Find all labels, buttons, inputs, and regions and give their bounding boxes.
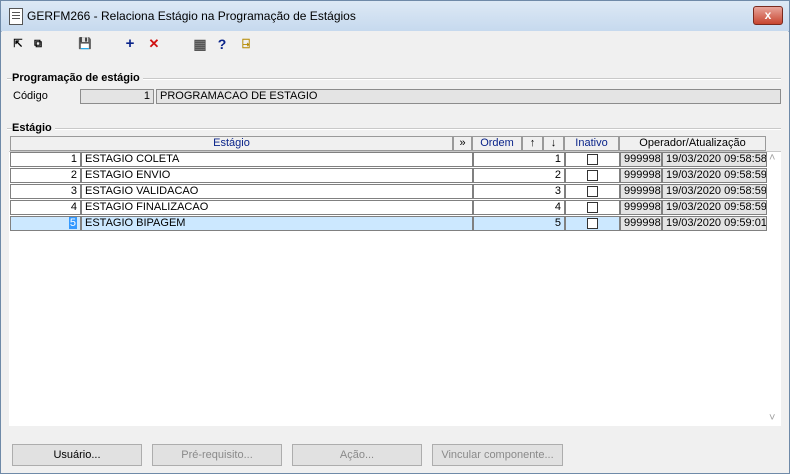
codigo-field[interactable]: 1 (80, 89, 154, 104)
cell-inativo (565, 184, 620, 199)
cell-inativo (565, 168, 620, 183)
close-button[interactable]: x (753, 6, 783, 25)
move-down-button[interactable]: ↓ (543, 136, 564, 151)
column-header-operador[interactable]: Operador/Atualização (619, 136, 766, 151)
cell-estagio[interactable]: ESTAGIO VALIDACAO (81, 184, 473, 199)
title-bar[interactable]: GERFM266 - Relaciona Estágio na Programa… (1, 1, 789, 32)
cell-operador: 999998 (620, 168, 662, 183)
cell-codigo[interactable]: 1 (10, 152, 81, 167)
cell-operador: 999998 (620, 184, 662, 199)
cell-codigo-value: 5 (68, 217, 77, 229)
cell-ordem[interactable]: 2 (473, 168, 565, 183)
inativo-checkbox[interactable] (587, 170, 598, 181)
first-record-icon[interactable]: ⇱ (10, 36, 26, 52)
cell-ordem[interactable]: 3 (473, 184, 565, 199)
inativo-checkbox[interactable] (587, 218, 598, 229)
estagio-grid: 1 ESTAGIO COLETA 1 999998 19/03/2020 09:… (9, 151, 781, 426)
cell-estagio[interactable]: ESTAGIO COLETA (81, 152, 473, 167)
acao-button[interactable]: Ação... (292, 444, 422, 466)
cell-atualizacao: 19/03/2020 09:58:59 (662, 184, 767, 199)
inativo-checkbox[interactable] (587, 202, 598, 213)
help-icon[interactable]: ? (214, 36, 230, 52)
cell-codigo[interactable]: 5 (10, 216, 81, 231)
programacao-group-title: Programação de estágio (12, 72, 143, 84)
cell-inativo (565, 216, 620, 231)
estagio-group-line (7, 128, 781, 130)
cell-atualizacao: 19/03/2020 09:59:01 (662, 216, 767, 231)
cell-operador: 999998 (620, 200, 662, 215)
cell-estagio[interactable]: ESTAGIO ENVIO (81, 168, 473, 183)
copy-icon[interactable]: ⧉ (30, 36, 46, 52)
cell-atualizacao: 19/03/2020 09:58:59 (662, 168, 767, 183)
cell-atualizacao: 19/03/2020 09:58:59 (662, 200, 767, 215)
column-header-inativo[interactable]: Inativo (564, 136, 619, 151)
cell-operador: 999998 (620, 216, 662, 231)
scroll-down-icon[interactable]: ˅ (769, 412, 775, 424)
table-row[interactable]: 4 ESTAGIO FINALIZACAO 4 999998 19/03/202… (10, 200, 781, 215)
exit-icon[interactable]: ⍈ (238, 36, 254, 52)
table-row[interactable]: 2 ESTAGIO ENVIO 2 999998 19/03/2020 09:5… (10, 168, 781, 183)
inativo-checkbox[interactable] (587, 186, 598, 197)
cell-atualizacao: 19/03/2020 09:58:58 (662, 152, 767, 167)
cell-estagio[interactable]: ESTAGIO FINALIZACAO (81, 200, 473, 215)
codigo-label: Código (13, 90, 48, 102)
add-icon[interactable]: + (122, 36, 138, 52)
vertical-scrollbar[interactable]: ˄ ˅ (766, 152, 781, 424)
cell-codigo[interactable]: 3 (10, 184, 81, 199)
cell-estagio[interactable]: ESTAGIO BIPAGEM (81, 216, 473, 231)
descricao-field[interactable]: PROGRAMACAO DE ESTAGIO (156, 89, 781, 104)
table-row[interactable]: 3 ESTAGIO VALIDACAO 3 999998 19/03/2020 … (10, 184, 781, 199)
cell-codigo[interactable]: 2 (10, 168, 81, 183)
main-window: GERFM266 - Relaciona Estágio na Programa… (0, 0, 790, 474)
cell-inativo (565, 200, 620, 215)
column-header-estagio[interactable]: Estágio (10, 136, 453, 151)
cell-inativo (565, 152, 620, 167)
column-header-ordem[interactable]: Ordem (472, 136, 522, 151)
calendar-icon[interactable]: ▦ (192, 36, 208, 52)
toolbar: ⇱ ⧉ 💾 + ✕ ▦ ? ⍈ (2, 31, 788, 57)
estagio-group-title: Estágio (12, 122, 55, 134)
expand-columns-button[interactable]: » (453, 136, 472, 151)
cell-codigo[interactable]: 4 (10, 200, 81, 215)
inativo-checkbox[interactable] (587, 154, 598, 165)
scroll-up-icon[interactable]: ˄ (769, 152, 775, 164)
cell-ordem[interactable]: 1 (473, 152, 565, 167)
delete-icon[interactable]: ✕ (146, 36, 162, 52)
save-icon[interactable]: 💾 (77, 36, 93, 52)
usuario-button[interactable]: Usuário... (12, 444, 142, 466)
app-icon (9, 8, 23, 25)
table-row[interactable]: 1 ESTAGIO COLETA 1 999998 19/03/2020 09:… (10, 152, 781, 167)
cell-operador: 999998 (620, 152, 662, 167)
vincular-componente-button[interactable]: Vincular componente... (432, 444, 563, 466)
cell-ordem[interactable]: 4 (473, 200, 565, 215)
cell-ordem[interactable]: 5 (473, 216, 565, 231)
pre-requisito-button[interactable]: Pré-requisito... (152, 444, 282, 466)
move-up-button[interactable]: ↑ (522, 136, 543, 151)
table-row-selected[interactable]: 5 ESTAGIO BIPAGEM 5 999998 19/03/2020 09… (10, 216, 781, 231)
window-title: GERFM266 - Relaciona Estágio na Programa… (27, 9, 356, 23)
